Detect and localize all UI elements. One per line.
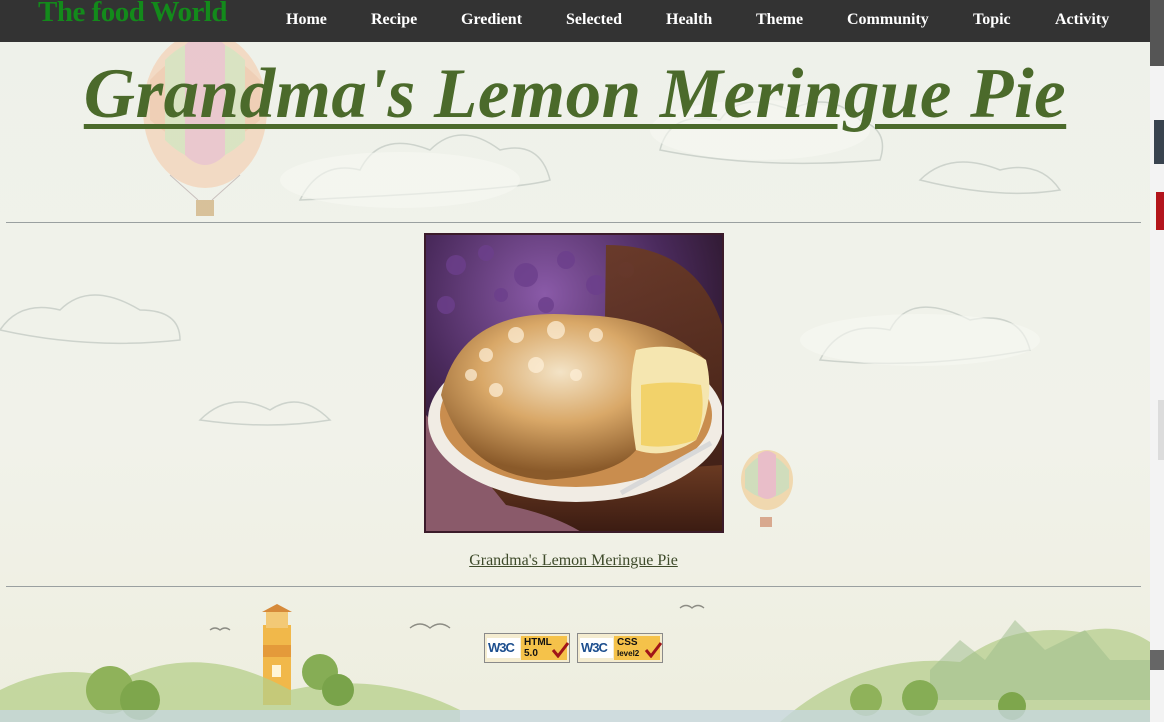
badge-line1: CSS (617, 637, 638, 648)
w3c-css-badge[interactable]: W3C CSS level2 (577, 633, 663, 663)
divider-top (6, 222, 1141, 223)
top-navigation-bar: The food World Home Recipe Gredient Sele… (0, 0, 1150, 42)
checkmark-icon (644, 642, 662, 658)
nav-link-topic[interactable]: Topic (973, 11, 1011, 29)
checkmark-icon (551, 642, 569, 658)
adjacent-window-edge (1150, 0, 1164, 722)
badge-line2: level2 (617, 649, 640, 658)
nav-link-health[interactable]: Health (666, 11, 712, 29)
nav-link-home[interactable]: Home (286, 11, 327, 29)
divider-bottom (6, 586, 1141, 587)
page-title[interactable]: Grandma's Lemon Meringue Pie (0, 54, 1150, 135)
site-logo[interactable]: The food World (38, 0, 228, 29)
w3c-logo: W3C (487, 638, 520, 658)
nav-link-activity[interactable]: Activity (1055, 11, 1109, 29)
badge-line1: HTML (524, 637, 552, 648)
w3c-logo: W3C (580, 638, 613, 658)
nav-link-theme[interactable]: Theme (756, 11, 803, 29)
nav-link-community[interactable]: Community (847, 11, 929, 29)
nav-link-selected[interactable]: Selected (566, 11, 622, 29)
nav-link-gredient[interactable]: Gredient (461, 11, 522, 29)
nav-link-recipe[interactable]: Recipe (371, 11, 417, 29)
w3c-html-badge[interactable]: W3C HTML 5.0 (484, 633, 570, 663)
pie-caption-link[interactable]: Grandma's Lemon Meringue Pie (0, 552, 1147, 570)
pie-photo[interactable] (424, 233, 724, 533)
badge-line2: 5.0 (524, 648, 538, 659)
lemon-meringue-pie-image (426, 235, 722, 531)
